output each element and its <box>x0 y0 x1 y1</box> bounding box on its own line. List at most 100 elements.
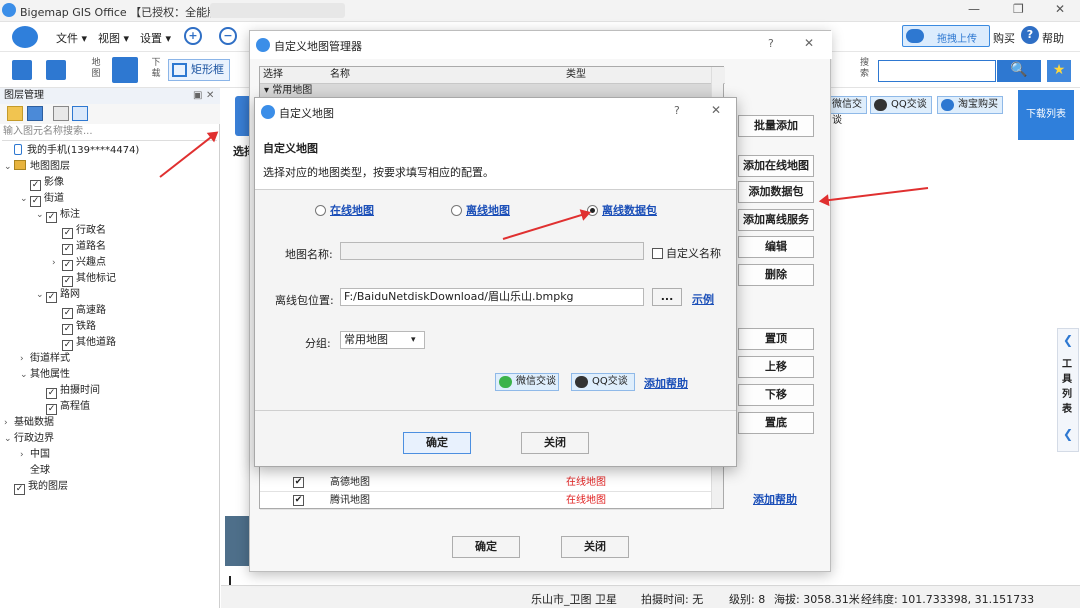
tree-item[interactable]: ⌄ ✓ 路网 <box>4 287 218 303</box>
manager-close-icon[interactable]: ✕ <box>804 36 814 50</box>
expand-arrow-icon[interactable]: › <box>52 255 62 271</box>
expand-arrow-icon[interactable]: › <box>4 415 14 431</box>
tree-item[interactable]: ✓ 行政名 <box>4 223 218 239</box>
menu-settings[interactable]: 设置 ▾ <box>140 30 171 46</box>
map-name-field[interactable] <box>340 242 644 260</box>
manager-action-button[interactable]: 编辑 <box>738 236 814 258</box>
settings-layer-icon[interactable] <box>53 106 69 121</box>
row-checkbox[interactable]: ✔ <box>293 495 304 506</box>
map-wechat-button[interactable]: 微信交谈 <box>827 96 867 126</box>
buy-button[interactable]: 购买 <box>993 30 1015 46</box>
expand-arrow-icon[interactable]: ⌄ <box>20 191 30 207</box>
tree-item[interactable]: › 基础数据 <box>4 415 218 431</box>
browse-button[interactable]: ... <box>652 288 682 306</box>
zoom-out-icon[interactable]: − <box>219 27 237 45</box>
app-menu-icon[interactable] <box>12 26 38 48</box>
layer-checkbox[interactable]: ✓ <box>46 292 57 303</box>
tree-item[interactable]: ⌄ 其他属性 <box>4 367 218 383</box>
expand-arrow-icon[interactable]: ⌄ <box>20 367 30 383</box>
help-icon[interactable]: ? <box>1021 26 1039 44</box>
layer-checkbox[interactable]: ✓ <box>62 260 73 271</box>
radio-online[interactable]: 在线地图 <box>315 202 374 218</box>
menu-view[interactable]: 视图 ▾ <box>98 30 129 46</box>
custom-help-icon[interactable]: ? <box>674 104 680 117</box>
layer-checkbox[interactable]: ✓ <box>30 196 41 207</box>
tree-item[interactable]: ✓ 高程值 <box>4 399 218 415</box>
manager-help-link[interactable]: 添加帮助 <box>753 491 797 507</box>
manager-action-button[interactable]: 添加离线服务 <box>738 209 814 231</box>
layer-checkbox[interactable]: ✓ <box>30 180 41 191</box>
tree-item[interactable]: ✓ 拍摄时间 <box>4 383 218 399</box>
manager-ok-button[interactable]: 确定 <box>452 536 520 558</box>
layer-checkbox[interactable]: ✓ <box>46 388 57 399</box>
custom-help-link[interactable]: 添加帮助 <box>644 375 688 391</box>
custom-name-checkbox[interactable]: 自定义名称 <box>652 245 721 261</box>
layer-checkbox[interactable]: ✓ <box>62 340 73 351</box>
download-list-button[interactable]: 下载列表 <box>1018 90 1074 140</box>
open-folder-icon[interactable] <box>12 60 32 80</box>
search-layer-icon[interactable] <box>72 106 88 121</box>
panel-close-icon[interactable]: ✕ <box>206 90 214 101</box>
layer-search-input[interactable]: 输入图元名称搜索... <box>2 125 217 141</box>
help-menu[interactable]: 帮助 <box>1042 30 1064 46</box>
tree-item[interactable]: ✓ 影像 <box>4 175 218 191</box>
map-qq-button[interactable]: QQ交谈 <box>870 96 932 114</box>
tree-item[interactable]: 全球 <box>4 463 218 479</box>
tool-list-panel[interactable]: ❮ 工具列表 ❮ <box>1057 328 1079 452</box>
expand-arrow-icon[interactable]: ⌄ <box>4 159 14 175</box>
tree-item[interactable]: › 街道样式 <box>4 351 218 367</box>
manager-action-button[interactable]: 上移 <box>738 356 814 378</box>
map-source-icon[interactable] <box>112 57 138 83</box>
custom-wechat-button[interactable]: 微信交谈 <box>495 373 559 391</box>
custom-close-button[interactable]: 关闭 <box>521 432 589 454</box>
example-link[interactable]: 示例 <box>692 291 714 307</box>
menu-file[interactable]: 文件 ▾ <box>56 30 87 46</box>
favorite-star-icon[interactable]: ★ <box>1047 60 1071 82</box>
tree-item[interactable]: ✓ 道路名 <box>4 239 218 255</box>
layer-checkbox[interactable]: ✓ <box>62 244 73 255</box>
custom-qq-button[interactable]: QQ交谈 <box>571 373 635 391</box>
custom-ok-button[interactable]: 确定 <box>403 432 471 454</box>
tree-item[interactable]: › ✓ 兴趣点 <box>4 255 218 271</box>
layer-checkbox[interactable]: ✓ <box>46 212 57 223</box>
tree-item[interactable]: ⌄ 行政边界 <box>4 431 218 447</box>
tree-item[interactable]: › 中国 <box>4 447 218 463</box>
manager-action-button[interactable]: 下移 <box>738 384 814 406</box>
tool-list-arrow2-icon[interactable]: ❮ <box>1063 427 1073 441</box>
upload-button[interactable]: 拖拽上传 <box>902 25 990 47</box>
layer-checkbox[interactable]: ✓ <box>62 308 73 319</box>
manager-action-button[interactable]: 批量添加 <box>738 115 814 137</box>
tree-item[interactable]: ⌄ 地图图层 <box>4 159 218 175</box>
expand-arrow-icon[interactable]: ⌄ <box>4 431 14 447</box>
save-icon[interactable] <box>46 60 66 80</box>
maximize-button[interactable]: ❐ <box>1013 2 1024 16</box>
layer-checkbox[interactable]: ✓ <box>62 324 73 335</box>
row-checkbox[interactable]: ✔ <box>293 477 304 488</box>
zoom-in-icon[interactable]: + <box>184 27 202 45</box>
group-select[interactable]: 常用地图 ▾ <box>340 331 425 349</box>
save-layer-icon[interactable] <box>27 106 43 121</box>
layer-checkbox[interactable]: ✓ <box>46 404 57 415</box>
radio-package[interactable]: 离线数据包 <box>587 202 657 218</box>
package-path-field[interactable]: F:/BaiduNetdiskDownload/眉山乐山.bmpkg <box>340 288 644 306</box>
tool-list-arrow-icon[interactable]: ❮ <box>1063 333 1073 347</box>
manager-action-button[interactable]: 删除 <box>738 264 814 286</box>
manager-action-button[interactable]: 添加在线地图 <box>738 155 814 177</box>
manager-action-button[interactable]: 置顶 <box>738 328 814 350</box>
tree-item[interactable]: ✓ 铁路 <box>4 319 218 335</box>
minimize-button[interactable]: — <box>968 2 980 16</box>
open-layer-icon[interactable] <box>7 106 23 121</box>
expand-arrow-icon[interactable]: ⌄ <box>36 207 46 223</box>
custom-close-icon[interactable]: ✕ <box>711 103 721 117</box>
layer-checkbox[interactable]: ✓ <box>62 228 73 239</box>
layer-checkbox[interactable]: ✓ <box>62 276 73 287</box>
manager-help-icon[interactable]: ? <box>768 37 774 50</box>
table-row[interactable]: ✔ 高德地图 在线地图 <box>260 474 711 492</box>
manager-action-button[interactable]: 添加数据包 <box>738 181 814 203</box>
tree-item[interactable]: ✓ 高速路 <box>4 303 218 319</box>
search-input[interactable] <box>878 60 996 82</box>
tree-item[interactable]: ⌄ ✓ 街道 <box>4 191 218 207</box>
manager-close-button[interactable]: 关闭 <box>561 536 629 558</box>
panel-pin-icon[interactable]: ▣ <box>193 90 202 101</box>
expand-arrow-icon[interactable]: › <box>20 351 30 367</box>
